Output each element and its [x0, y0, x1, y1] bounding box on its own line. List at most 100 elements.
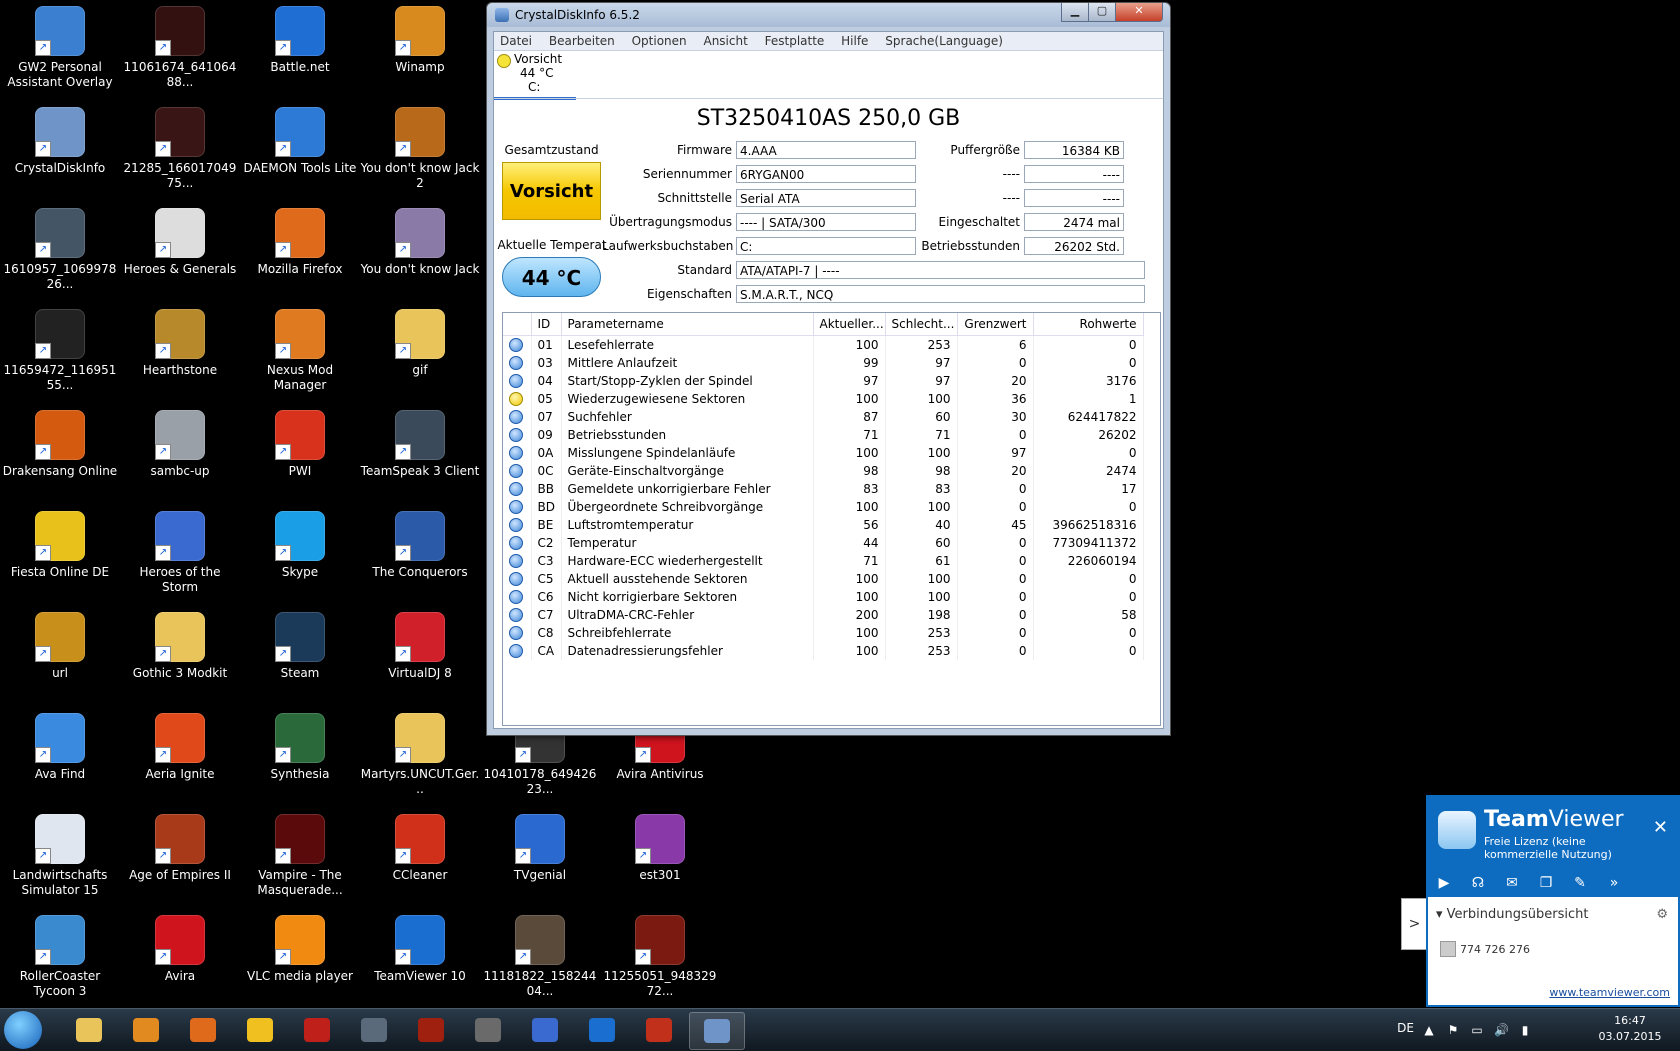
- chat-icon[interactable]: ✉: [1502, 875, 1522, 891]
- taskbar-app-teamviewer[interactable]: [575, 1012, 629, 1048]
- teamviewer-link[interactable]: www.teamviewer.com: [1549, 986, 1670, 999]
- desktop-icon[interactable]: ↗ PWI: [240, 404, 360, 500]
- col-worst[interactable]: Schlecht...: [885, 313, 958, 336]
- table-row[interactable]: C8 Schreibfehlerrate 100 253 0 0: [503, 624, 1144, 642]
- table-row[interactable]: 05 Wiederzugewiesene Sektoren 100 100 36 1: [503, 390, 1144, 408]
- start-button[interactable]: [4, 1011, 42, 1049]
- table-row[interactable]: 07 Suchfehler 87 60 30 624417822: [503, 408, 1144, 426]
- taskbar-app-teamspeak[interactable]: [347, 1012, 401, 1048]
- taskbar-app-explorer[interactable]: [62, 1012, 116, 1048]
- video-icon[interactable]: ▶: [1434, 875, 1454, 891]
- desktop-icon[interactable]: ↗ Heroes & Generals: [120, 202, 240, 298]
- desktop-icon[interactable]: ↗ CrystalDiskInfo: [0, 101, 120, 197]
- table-row[interactable]: 0A Misslungene Spindelanläufe 100 100 97 0: [503, 444, 1144, 462]
- table-row[interactable]: 03 Mittlere Anlaufzeit 99 97 0 0: [503, 354, 1144, 372]
- desktop-icon[interactable]: ↗ Aeria Ignite: [120, 707, 240, 803]
- table-row[interactable]: 09 Betriebsstunden 71 71 0 26202: [503, 426, 1144, 444]
- taskbar-app-gw2[interactable]: [290, 1012, 344, 1048]
- col-current[interactable]: Aktueller...: [813, 313, 886, 336]
- desktop-icon[interactable]: ↗ Age of Empires II: [120, 808, 240, 904]
- desktop-icon[interactable]: ↗ Nexus Mod Manager: [240, 303, 360, 399]
- desktop-icon[interactable]: ↗ Heroes of the Storm: [120, 505, 240, 601]
- desktop-icon[interactable]: ↗ Winamp: [360, 0, 480, 96]
- minimize-button[interactable]: ▁: [1061, 3, 1089, 22]
- table-row[interactable]: BB Gemeldete unkorrigierbare Fehler 83 83 0 1…: [503, 480, 1144, 498]
- desktop-icon[interactable]: ↗ url: [0, 606, 120, 702]
- teamviewer-collapse-toggle[interactable]: >: [1401, 898, 1428, 950]
- crystaldiskinfo-window[interactable]: CrystalDiskInfo 6.5.2 ▁ ▢ ✕ Datei Bearbe…: [486, 2, 1171, 736]
- desktop-icon[interactable]: ↗ est301: [600, 808, 720, 904]
- desktop-icon[interactable]: ↗ Synthesia: [240, 707, 360, 803]
- tray-app-icon[interactable]: ▮: [1518, 1023, 1532, 1037]
- teamviewer-close-icon[interactable]: ✕: [1653, 817, 1668, 838]
- taskbar-app-origin[interactable]: [461, 1012, 515, 1048]
- desktop-icon[interactable]: ↗ The Conquerors: [360, 505, 480, 601]
- show-hidden-icons-icon[interactable]: ▲: [1422, 1023, 1436, 1037]
- table-row[interactable]: C5 Aktuell ausstehende Sektoren 100 100 0 0: [503, 570, 1144, 588]
- network-icon[interactable]: ▭: [1470, 1023, 1484, 1037]
- desktop-icon[interactable]: ↗ 1610957_106997826...: [0, 202, 120, 298]
- menu-datei[interactable]: Datei: [500, 32, 532, 50]
- desktop-icon[interactable]: ↗ 11255051_94832972...: [600, 909, 720, 1005]
- desktop-icon[interactable]: ↗ RollerCoaster Tycoon 3: [0, 909, 120, 1005]
- desktop-icon[interactable]: ↗ Vampire - The Masquerade...: [240, 808, 360, 904]
- desktop-icon[interactable]: ↗ Drakensang Online: [0, 404, 120, 500]
- desktop-icon[interactable]: ↗ TeamSpeak 3 Client: [360, 404, 480, 500]
- desktop-icon[interactable]: ↗ You don't know Jack: [360, 202, 480, 298]
- menu-optionen[interactable]: Optionen: [632, 32, 687, 50]
- more-icon[interactable]: »: [1604, 875, 1624, 891]
- col-name[interactable]: Parametername: [561, 313, 814, 336]
- col-id[interactable]: ID: [531, 313, 562, 336]
- desktop-icon[interactable]: ↗ Martyrs.UNCUT.Ger...: [360, 707, 480, 803]
- desktop-icon[interactable]: ↗ Mozilla Firefox: [240, 202, 360, 298]
- table-row[interactable]: C3 Hardware-ECC wiederhergestellt 71 61 0 226…: [503, 552, 1144, 570]
- col-raw[interactable]: Rohwerte: [1033, 313, 1144, 336]
- menu-bearbeiten[interactable]: Bearbeiten: [549, 32, 615, 50]
- desktop-icon[interactable]: ↗ CCleaner: [360, 808, 480, 904]
- taskbar-app-pwi[interactable]: [632, 1012, 686, 1048]
- smart-attributes-table[interactable]: ID Parametername Aktueller... Schlecht..…: [502, 312, 1161, 726]
- volume-icon[interactable]: 🔊: [1494, 1023, 1509, 1037]
- taskbar-app-media-player[interactable]: [119, 1012, 173, 1048]
- taskbar-app-diablo[interactable]: [404, 1012, 458, 1048]
- col-threshold[interactable]: Grenzwert: [957, 313, 1034, 336]
- maximize-button[interactable]: ▢: [1088, 3, 1116, 22]
- desktop-icon[interactable]: ↗ Skype: [240, 505, 360, 601]
- taskbar-app-crystaldiskinfo[interactable]: [689, 1012, 745, 1050]
- taskbar-app-s3[interactable]: [518, 1012, 572, 1048]
- desktop-icon[interactable]: ↗ 11181822_15824404...: [480, 909, 600, 1005]
- taskbar-app-firefox[interactable]: [176, 1012, 230, 1048]
- clock[interactable]: 16:47 03.07.2015: [1590, 1013, 1670, 1045]
- desktop-icon[interactable]: ↗ VirtualDJ 8: [360, 606, 480, 702]
- menu-festplatte[interactable]: Festplatte: [765, 32, 825, 50]
- files-icon[interactable]: ❐: [1536, 875, 1556, 891]
- table-row[interactable]: 0C Geräte-Einschaltvorgänge 98 98 20 2474: [503, 462, 1144, 480]
- desktop-icon[interactable]: ↗ 11659472_11695155...: [0, 303, 120, 399]
- desktop-icon[interactable]: ↗ GW2 Personal Assistant Overlay: [0, 0, 120, 96]
- col-status[interactable]: [503, 313, 532, 336]
- desktop-icon[interactable]: ↗ Ava Find: [0, 707, 120, 803]
- table-row[interactable]: C7 UltraDMA-CRC-Fehler 200 198 0 58: [503, 606, 1144, 624]
- health-status-button[interactable]: Vorsicht: [502, 162, 601, 220]
- desktop-icon[interactable]: ↗ 11061674_64106488...: [120, 0, 240, 96]
- settings-icon[interactable]: ⚙: [1656, 907, 1668, 922]
- language-indicator[interactable]: DE: [1397, 1021, 1414, 1035]
- table-row[interactable]: 01 Lesefehlerrate 100 253 6 0: [503, 335, 1144, 354]
- menu-sprache[interactable]: Sprache(Language): [885, 32, 1003, 50]
- desktop-icon[interactable]: ↗ Landwirtschafts Simulator 15: [0, 808, 120, 904]
- desktop-icon[interactable]: ↗ DAEMON Tools Lite: [240, 101, 360, 197]
- disk-tab-c[interactable]: Vorsicht 44 °C C:: [494, 51, 576, 100]
- menu-ansicht[interactable]: Ansicht: [703, 32, 747, 50]
- taskbar-app-messenger[interactable]: [233, 1012, 287, 1048]
- table-row[interactable]: C2 Temperatur 44 60 0 77309411372: [503, 534, 1144, 552]
- desktop-icon[interactable]: ↗ Hearthstone: [120, 303, 240, 399]
- action-center-icon[interactable]: ⚑: [1446, 1023, 1460, 1037]
- table-row[interactable]: CA Datenadressierungsfehler 100 253 0 0: [503, 642, 1144, 660]
- desktop-icon[interactable]: ↗ Gothic 3 Modkit: [120, 606, 240, 702]
- partner-id[interactable]: 774 726 276: [1460, 943, 1530, 956]
- desktop-icon[interactable]: ↗ 21285_16601704975...: [120, 101, 240, 197]
- desktop-icon[interactable]: ↗ gif: [360, 303, 480, 399]
- desktop-icon[interactable]: ↗ TVgenial: [480, 808, 600, 904]
- desktop-icon[interactable]: ↗ Avira: [120, 909, 240, 1005]
- menu-hilfe[interactable]: Hilfe: [841, 32, 868, 50]
